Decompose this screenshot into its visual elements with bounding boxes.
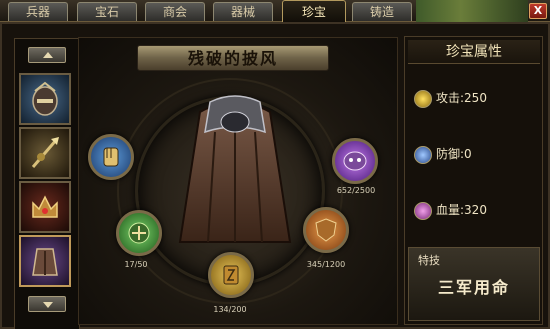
defense-value: 防御:0 [436, 147, 472, 161]
hp-icon [414, 201, 432, 220]
tab-forge[interactable]: 铸造 [352, 2, 412, 21]
rune-gold-orb[interactable] [208, 252, 254, 298]
mask-orb-progress: 652/2500 [336, 186, 376, 195]
defense-icon [414, 145, 432, 164]
gauntlet-orb[interactable] [88, 134, 134, 180]
slot-crown[interactable] [19, 181, 71, 233]
emblem-orb-progress: 17/50 [124, 260, 148, 269]
tab-treasure[interactable]: 珍宝 [282, 0, 346, 22]
skill-title: 特技 [418, 254, 440, 267]
scroll-up-button[interactable] [28, 47, 66, 63]
skill-name: 三军用命 [437, 278, 510, 297]
tab-weapons[interactable]: 兵器 [8, 2, 68, 21]
slot-cloak[interactable] [19, 235, 71, 287]
defense-stat: 防御:0 [414, 144, 472, 164]
slot-spear[interactable] [19, 127, 71, 179]
gauntlet-icon [103, 147, 119, 167]
attack-icon [414, 89, 432, 108]
scroll-down-button[interactable] [28, 296, 66, 312]
cloak-artwork [178, 95, 292, 243]
hp-stat: 血量:320 [414, 200, 487, 220]
slot-helmet[interactable] [19, 73, 71, 125]
corner-decoration [416, 0, 528, 22]
tab-guild[interactable]: 商会 [145, 2, 205, 21]
cloak-icon [32, 248, 58, 276]
tab-bar: 兵器 宝石 商会 器械 珍宝 铸造 X [0, 0, 550, 22]
tab-machinery[interactable]: 器械 [213, 2, 273, 21]
mask-icon [343, 151, 367, 171]
mask-purple-orb[interactable] [332, 138, 378, 184]
rune-icon [223, 265, 239, 285]
item-title: 残破的披风 [137, 45, 329, 71]
emblem-green-orb[interactable] [116, 210, 162, 256]
hp-value: 血量:320 [436, 203, 487, 217]
spear-icon [31, 137, 59, 168]
shield-orb-progress: 345/1200 [306, 260, 346, 269]
crown-icon [32, 195, 58, 218]
close-button[interactable]: X [529, 3, 547, 19]
attribute-panel-title: 珍宝属性 [408, 40, 540, 64]
emblem-icon [128, 222, 150, 244]
shield-icon [315, 218, 337, 242]
attack-value: 攻击:250 [436, 91, 487, 105]
tab-gems[interactable]: 宝石 [77, 2, 137, 21]
shield-orange-orb[interactable] [303, 207, 349, 253]
rune-orb-progress: 134/200 [213, 305, 247, 314]
helmet-icon [32, 81, 58, 116]
attack-stat: 攻击:250 [414, 88, 487, 108]
